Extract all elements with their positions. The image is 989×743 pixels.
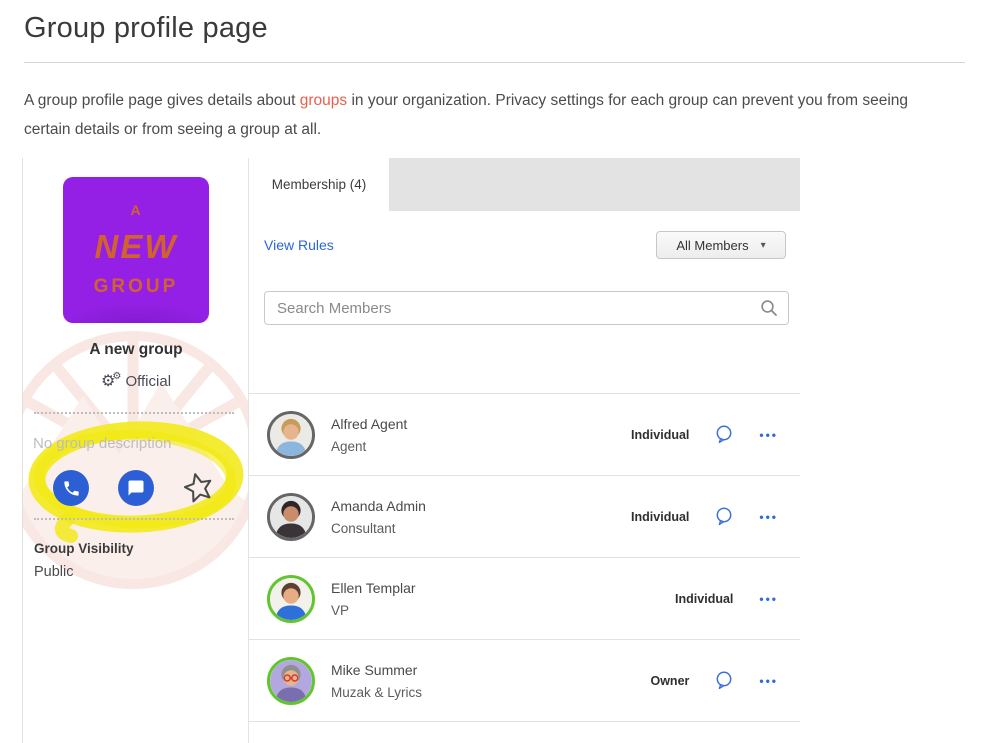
member-actions: Individual ••• <box>675 592 778 606</box>
member-role-badge: Individual <box>631 509 690 524</box>
member-job-title: Agent <box>331 438 367 454</box>
chevron-down-icon: ▾ <box>760 239 766 251</box>
group-avatar[interactable]: A NEW GROUP <box>63 177 209 323</box>
group-visibility-label: Group Visibility <box>34 541 134 556</box>
gears-icon: ⚙ <box>112 371 122 382</box>
intro-paragraph: A group profile page gives details about… <box>24 86 954 144</box>
official-badge: ⚙⚙ Official <box>23 371 248 391</box>
phone-icon <box>63 480 79 496</box>
call-button[interactable] <box>53 470 89 506</box>
member-job-title: VP <box>331 602 350 618</box>
more-actions-button[interactable]: ••• <box>759 428 778 442</box>
member-actions: Individual ••• <box>631 507 778 526</box>
groups-link[interactable]: groups <box>300 92 347 109</box>
member-filter-label: All Members <box>676 237 749 253</box>
member-avatar[interactable] <box>267 410 315 459</box>
chat-bubble-icon[interactable] <box>715 425 733 444</box>
member-name[interactable]: Mike Summer <box>331 662 422 678</box>
member-job-title: Consultant <box>331 520 396 536</box>
member-name[interactable]: Alfred Agent <box>331 416 407 432</box>
official-badge-label: Official <box>125 373 172 390</box>
star-icon <box>183 473 212 503</box>
member-row: Mike Summer Muzak & Lyrics Owner ••• <box>249 640 800 722</box>
member-text: Mike Summer Muzak & Lyrics <box>331 662 422 700</box>
title-divider <box>24 62 965 63</box>
more-actions-button[interactable]: ••• <box>759 510 778 524</box>
member-text: Ellen Templar VP <box>331 580 416 618</box>
member-name[interactable]: Ellen Templar <box>331 580 416 596</box>
contact-actions <box>23 470 248 506</box>
tab-bar-filler <box>389 158 800 211</box>
group-profile-panel: A NEW GROUP A new group ⚙⚙ Official No g… <box>22 158 248 743</box>
member-row: Amanda Admin Consultant Individual ••• <box>249 476 800 558</box>
more-actions-button[interactable]: ••• <box>759 674 778 688</box>
avatar-head <box>283 423 299 440</box>
group-visibility-value: Public <box>34 564 74 580</box>
member-role-badge: Owner <box>650 673 690 688</box>
member-avatar[interactable] <box>267 656 315 705</box>
member-role-badge: Individual <box>675 591 734 606</box>
search-icon[interactable] <box>760 299 778 317</box>
member-text: Amanda Admin Consultant <box>331 498 426 536</box>
favorite-button[interactable] <box>178 467 218 507</box>
chat-bubble-icon[interactable] <box>715 507 733 526</box>
more-actions-button[interactable]: ••• <box>759 592 778 606</box>
member-list: Alfred Agent Agent Individual ••• Amanda… <box>249 393 800 722</box>
page-title: Group profile page <box>24 12 268 44</box>
chat-bubble-icon[interactable] <box>715 671 733 690</box>
member-actions: Owner ••• <box>650 671 778 690</box>
membership-panel: Membership (4) View Rules All Members ▾ <box>248 158 800 743</box>
member-filter-dropdown[interactable]: All Members ▾ <box>656 231 786 259</box>
member-actions: Individual ••• <box>631 425 778 444</box>
avatar-head <box>283 587 299 604</box>
chat-icon <box>128 480 144 496</box>
group-description-placeholder: No group description <box>33 435 172 452</box>
search-members-input[interactable] <box>264 291 789 325</box>
member-name[interactable]: Amanda Admin <box>331 498 426 514</box>
membership-toolbar: View Rules All Members ▾ <box>264 231 786 259</box>
member-row: Ellen Templar VP Individual ••• <box>249 558 800 640</box>
member-avatar[interactable] <box>267 574 315 623</box>
member-role-badge: Individual <box>631 427 690 442</box>
group-avatar-text: GROUP <box>93 276 179 297</box>
member-row: Alfred Agent Agent Individual ••• <box>249 394 800 476</box>
member-text: Alfred Agent Agent <box>331 416 407 454</box>
member-search <box>264 291 789 325</box>
member-job-title: Muzak & Lyrics <box>331 684 423 700</box>
group-avatar-text: NEW <box>94 228 178 265</box>
message-button[interactable] <box>118 470 154 506</box>
group-name: A new group <box>89 341 183 358</box>
dotted-divider <box>34 412 234 414</box>
intro-text-before: A group profile page gives details about <box>24 92 300 109</box>
group-avatar-text: A <box>130 202 142 218</box>
screenshot-group-profile: A NEW GROUP A new group ⚙⚙ Official No g… <box>22 158 800 743</box>
avatar-head <box>283 505 299 522</box>
view-rules-link[interactable]: View Rules <box>264 237 334 253</box>
tab-membership[interactable]: Membership (4) <box>249 158 389 211</box>
dotted-divider <box>34 518 234 520</box>
member-avatar[interactable] <box>267 492 315 541</box>
tab-bar: Membership (4) <box>249 158 800 211</box>
